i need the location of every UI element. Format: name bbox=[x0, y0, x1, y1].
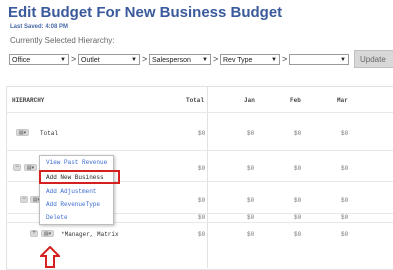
hierarchy-separator: > bbox=[142, 54, 148, 64]
dropdown-arrow-icon: ▼ bbox=[60, 57, 66, 63]
table-cell: $0 bbox=[294, 165, 302, 172]
table-cell: $0 bbox=[198, 231, 206, 238]
table-cell: $0 bbox=[247, 165, 255, 172]
office-select-value: Office bbox=[12, 57, 31, 64]
table-cell: $0 bbox=[341, 130, 349, 137]
page-title: Edit Budget For New Business Budget bbox=[8, 4, 283, 21]
salesperson-row-label: *Manager, Matrix bbox=[61, 231, 119, 238]
table-cell: $0 bbox=[198, 165, 206, 172]
salesperson-select[interactable]: Salesperson ▼ bbox=[149, 54, 211, 65]
menu-item-delete[interactable]: Delete bbox=[46, 214, 68, 221]
menu-item-view-past-revenue[interactable]: View Past Revenue bbox=[46, 159, 107, 166]
table-cell: $0 bbox=[247, 197, 255, 204]
rev-type-select-value: Rev Type bbox=[223, 57, 253, 64]
header-total: Total bbox=[186, 97, 205, 104]
last-saved-text: Last Saved: 4:08 PM bbox=[10, 24, 69, 30]
table-cell: $0 bbox=[247, 214, 255, 221]
row-divider bbox=[6, 150, 393, 151]
row-menu-button[interactable]: ▤▾ bbox=[16, 129, 29, 136]
table-cell: $0 bbox=[341, 165, 349, 172]
salesperson-select-value: Salesperson bbox=[152, 57, 191, 64]
row-divider bbox=[6, 112, 393, 113]
hierarchy-separator: > bbox=[71, 54, 77, 64]
table-cell: $0 bbox=[341, 197, 349, 204]
table-cell: $0 bbox=[198, 197, 206, 204]
office-select[interactable]: Office ▼ bbox=[9, 54, 69, 65]
hierarchy-label: Currently Selected Hierarchy: bbox=[10, 36, 115, 45]
table-cell: $0 bbox=[294, 231, 302, 238]
header-hierarchy: HIERARCHY bbox=[12, 97, 45, 104]
total-row-label: Total bbox=[40, 130, 59, 137]
hierarchy-separator: > bbox=[213, 54, 219, 64]
expand-icon[interactable]: + bbox=[30, 230, 38, 237]
table-cell: $0 bbox=[294, 214, 302, 221]
row-menu-button[interactable]: ▤▾ bbox=[24, 164, 37, 171]
collapse-icon[interactable]: − bbox=[20, 196, 28, 203]
extra-select[interactable]: ▼ bbox=[289, 54, 349, 65]
table-cell: $0 bbox=[294, 130, 302, 137]
dropdown-arrow-icon: ▼ bbox=[202, 57, 208, 63]
table-cell: $0 bbox=[294, 197, 302, 204]
column-divider bbox=[207, 86, 208, 268]
header-feb: Feb bbox=[290, 97, 301, 104]
outlet-select[interactable]: Outlet ▼ bbox=[78, 54, 140, 65]
table-cell: $0 bbox=[247, 231, 255, 238]
header-jan: Jan bbox=[244, 97, 255, 104]
collapse-icon[interactable]: − bbox=[13, 164, 21, 171]
highlight-box bbox=[39, 170, 120, 184]
dropdown-arrow-icon: ▼ bbox=[271, 57, 277, 63]
table-cell: $0 bbox=[198, 130, 206, 137]
rev-type-select[interactable]: Rev Type ▼ bbox=[220, 54, 280, 65]
table-cell: $0 bbox=[341, 231, 349, 238]
context-menu: View Past Revenue Add New Business Add A… bbox=[39, 155, 114, 225]
hierarchy-separator: > bbox=[282, 54, 288, 64]
up-arrow-icon bbox=[40, 246, 60, 268]
menu-item-add-revenuetype[interactable]: Add RevenueType bbox=[46, 201, 100, 208]
dropdown-arrow-icon: ▼ bbox=[131, 57, 137, 63]
menu-item-add-adjustment[interactable]: Add Adjustment bbox=[46, 188, 96, 195]
table-cell: $0 bbox=[198, 214, 206, 221]
outlet-select-value: Outlet bbox=[81, 57, 100, 64]
header-mar: Mar bbox=[337, 97, 348, 104]
row-menu-button[interactable]: ▤▾ bbox=[41, 230, 54, 237]
table-cell: $0 bbox=[341, 214, 349, 221]
update-button[interactable]: Update bbox=[354, 50, 393, 68]
table-cell: $0 bbox=[247, 130, 255, 137]
dropdown-arrow-icon: ▼ bbox=[340, 57, 346, 63]
